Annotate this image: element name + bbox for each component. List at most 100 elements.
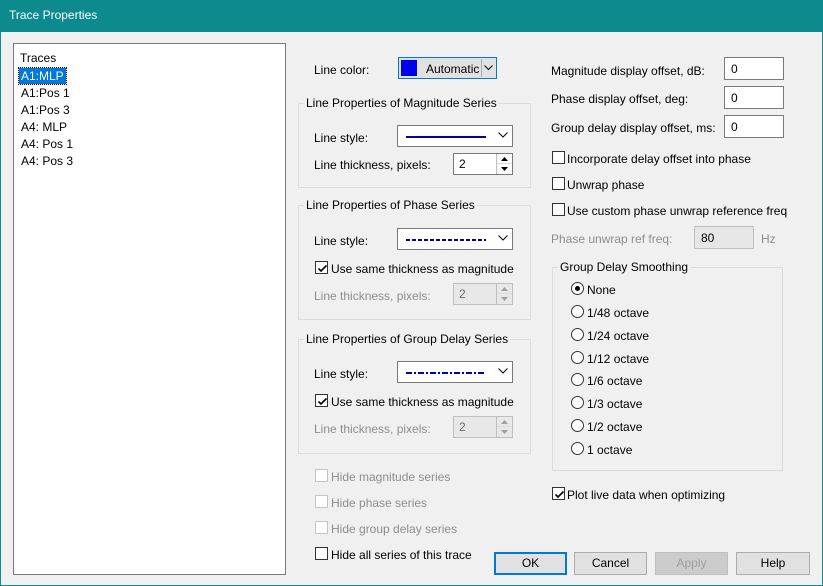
phase-style-label: Line style:: [314, 234, 369, 248]
smoothing-1-2-label: 1/2 octave: [587, 420, 643, 434]
ok-button[interactable]: OK: [494, 552, 567, 575]
chevron-down-icon: [494, 126, 512, 146]
hide-group-delay-label: Hide group delay series: [331, 522, 458, 536]
unwrap-ref-input: 80: [694, 226, 754, 249]
smoothing-1-12-radio[interactable]: [571, 351, 584, 364]
group-delay-thickness-spinner: 2: [453, 416, 513, 438]
phase-offset-input[interactable]: 0: [724, 86, 784, 109]
smoothing-1-octave-radio[interactable]: [571, 442, 584, 455]
traces-list-header: Traces: [20, 51, 57, 65]
help-button[interactable]: Help: [736, 552, 810, 575]
trace-item-a4-mlp[interactable]: A4: MLP: [19, 119, 69, 135]
smoothing-1-24-label: 1/24 octave: [587, 329, 650, 343]
checkmark-icon: [317, 264, 328, 273]
trace-item-a1-pos3[interactable]: A1:Pos 3: [19, 102, 72, 118]
smoothing-1-octave-label: 1 octave: [587, 443, 633, 457]
cancel-button[interactable]: Cancel: [574, 552, 647, 575]
phase-thickness-label: Line thickness, pixels:: [314, 289, 431, 303]
unwrap-ref-unit: Hz: [761, 232, 776, 246]
custom-unwrap-checkbox[interactable]: [552, 203, 565, 216]
spin-down-icon: [497, 427, 512, 437]
spin-up-icon: [497, 284, 512, 294]
incorporate-delay-checkbox[interactable]: [552, 151, 565, 164]
smoothing-1-48-label: 1/48 octave: [587, 306, 650, 320]
phase-line-style-select[interactable]: [397, 228, 513, 250]
trace-item-a1-pos1[interactable]: A1:Pos 1: [19, 85, 72, 101]
phase-line-preview: [406, 239, 486, 241]
chevron-down-icon: [494, 229, 512, 249]
magnitude-thickness-label: Line thickness, pixels:: [314, 158, 431, 172]
unwrap-phase-label: Unwrap phase: [567, 178, 645, 192]
unwrap-ref-label: Phase unwrap ref freq:: [551, 232, 673, 246]
line-color-swatch: [401, 60, 417, 76]
magnitude-style-label: Line style:: [314, 131, 369, 145]
incorporate-delay-label: Incorporate delay offset into phase: [567, 152, 751, 166]
phase-same-thickness-checkbox[interactable]: [315, 261, 328, 274]
phase-offset-label: Phase display offset, deg:: [551, 92, 689, 106]
traces-list[interactable]: Traces A1:MLP A1:Pos 1 A1:Pos 3 A4: MLP …: [13, 43, 286, 575]
group-delay-same-thickness-label: Use same thickness as magnitude: [331, 395, 514, 409]
trace-item-a1-mlp[interactable]: A1:MLP: [18, 67, 67, 85]
magnitude-thickness-value: 2: [459, 157, 466, 171]
smoothing-1-6-radio[interactable]: [571, 373, 584, 386]
group-delay-offset-input[interactable]: 0: [724, 115, 784, 138]
plot-live-label: Plot live data when optimizing: [567, 488, 726, 502]
smoothing-1-3-label: 1/3 octave: [587, 397, 643, 411]
phase-offset-value: 0: [731, 91, 738, 105]
smoothing-none-label: None: [587, 283, 616, 297]
magnitude-offset-value: 0: [731, 62, 738, 76]
phase-same-thickness-label: Use same thickness as magnitude: [331, 262, 514, 276]
smoothing-1-12-label: 1/12 octave: [587, 352, 650, 366]
hide-magnitude-label: Hide magnitude series: [331, 470, 451, 484]
smoothing-1-2-radio[interactable]: [571, 419, 584, 432]
smoothing-1-6-label: 1/6 octave: [587, 374, 643, 388]
unwrap-ref-value: 80: [701, 231, 715, 245]
title-bar[interactable]: Trace Properties: [0, 0, 823, 32]
phase-thickness-value: 2: [459, 287, 466, 301]
chevron-down-icon: [481, 59, 495, 77]
line-color-label: Line color:: [314, 63, 370, 77]
window-title: Trace Properties: [9, 8, 98, 22]
magnitude-thickness-spinner[interactable]: 2: [453, 153, 513, 175]
spin-up-icon: [497, 417, 512, 427]
custom-unwrap-label: Use custom phase unwrap reference freq: [567, 204, 788, 218]
magnitude-line-style-select[interactable]: [397, 125, 513, 147]
group-delay-style-label: Line style:: [314, 367, 369, 381]
hide-phase-checkbox: [315, 495, 328, 508]
group-delay-thickness-value: 2: [459, 420, 466, 434]
magnitude-offset-input[interactable]: 0: [724, 57, 784, 80]
line-color-button[interactable]: Automatic: [398, 57, 497, 79]
spin-down-icon[interactable]: [497, 164, 512, 174]
checkmark-icon: [317, 397, 328, 406]
magnitude-group-label: Line Properties of Magnitude Series: [304, 96, 499, 110]
line-color-value: Automatic: [426, 62, 480, 76]
group-delay-line-style-select[interactable]: [397, 361, 513, 383]
radio-dot-icon: [575, 286, 580, 291]
phase-group-label: Line Properties of Phase Series: [304, 198, 477, 212]
group-delay-group-label: Line Properties of Group Delay Series: [304, 332, 511, 346]
magnitude-line-preview: [406, 136, 486, 138]
plot-live-checkbox[interactable]: [552, 487, 565, 500]
smoothing-group-label: Group Delay Smoothing: [558, 260, 691, 274]
trace-item-a4-pos1[interactable]: A4: Pos 1: [19, 136, 75, 152]
trace-item-a4-pos3[interactable]: A4: Pos 3: [19, 153, 75, 169]
group-delay-offset-label: Group delay display offset, ms:: [551, 121, 716, 135]
unwrap-phase-checkbox[interactable]: [552, 177, 565, 190]
hide-group-delay-checkbox: [315, 521, 328, 534]
hide-all-series-label: Hide all series of this trace: [331, 548, 472, 562]
smoothing-1-48-radio[interactable]: [571, 305, 584, 318]
group-delay-thickness-label: Line thickness, pixels:: [314, 422, 431, 436]
checkmark-icon: [554, 490, 565, 499]
group-delay-same-thickness-checkbox[interactable]: [315, 394, 328, 407]
magnitude-offset-label: Magnitude display offset, dB:: [551, 64, 705, 78]
group-delay-line-preview: [406, 372, 486, 374]
spin-down-icon: [497, 294, 512, 304]
smoothing-1-3-radio[interactable]: [571, 396, 584, 409]
phase-thickness-spinner: 2: [453, 283, 513, 305]
smoothing-none-radio[interactable]: [571, 282, 584, 295]
smoothing-1-24-radio[interactable]: [571, 328, 584, 341]
hide-all-series-checkbox[interactable]: [315, 547, 328, 560]
hide-phase-label: Hide phase series: [331, 496, 428, 510]
hide-magnitude-checkbox: [315, 469, 328, 482]
spin-up-icon[interactable]: [497, 154, 512, 164]
